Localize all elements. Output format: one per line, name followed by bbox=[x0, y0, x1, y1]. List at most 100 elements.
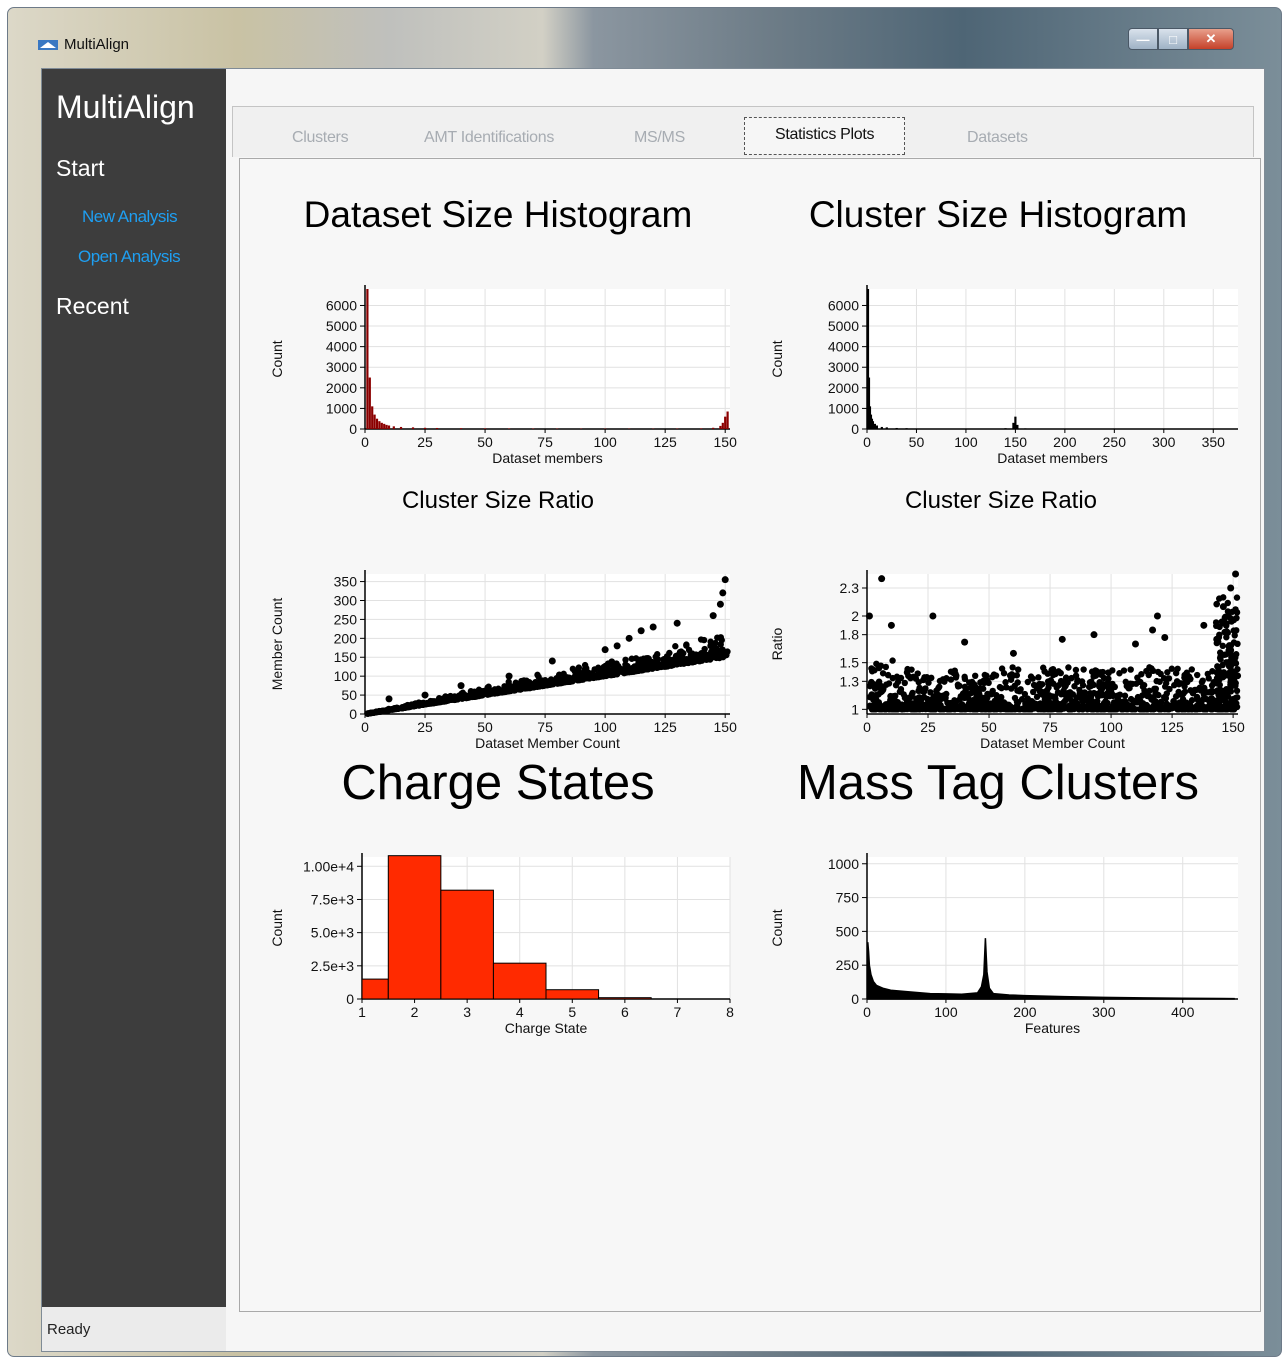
y-tick-label: 6000 bbox=[326, 297, 357, 313]
data-point bbox=[1054, 706, 1061, 713]
data-point bbox=[548, 657, 556, 665]
data-point bbox=[1161, 633, 1169, 641]
data-point bbox=[1061, 697, 1069, 704]
data-point bbox=[1096, 679, 1103, 686]
data-point bbox=[649, 623, 657, 631]
data-point bbox=[539, 677, 546, 684]
data-point bbox=[1164, 669, 1171, 676]
data-point bbox=[613, 642, 621, 650]
data-point bbox=[1048, 703, 1055, 711]
data-point bbox=[1162, 683, 1169, 690]
data-point bbox=[1200, 621, 1208, 629]
new-analysis-link[interactable]: New Analysis bbox=[82, 207, 178, 227]
data-point bbox=[1223, 620, 1230, 627]
recent-heading: Recent bbox=[56, 293, 129, 319]
charge-state-bar bbox=[598, 997, 652, 1000]
data-point bbox=[959, 690, 967, 697]
data-point bbox=[589, 674, 596, 681]
data-point bbox=[717, 634, 725, 641]
data-point bbox=[1219, 661, 1226, 669]
data-point bbox=[1228, 696, 1235, 703]
mass-tag-clusters-histogram: 0 100 200 300 400 0 250 500 750 1000 Features Count bbox=[769, 853, 1238, 1036]
data-point bbox=[1065, 664, 1072, 671]
x-tick-label: 0 bbox=[863, 719, 871, 735]
data-point bbox=[1229, 608, 1236, 615]
data-point bbox=[517, 686, 524, 693]
data-point bbox=[1232, 570, 1240, 578]
data-point bbox=[908, 666, 915, 673]
y-tick-label: 1000 bbox=[326, 400, 357, 416]
app-brand: MultiAlign bbox=[56, 89, 195, 125]
x-tick-label: 200 bbox=[1053, 434, 1077, 450]
data-point bbox=[916, 684, 923, 692]
data-point bbox=[1103, 690, 1110, 698]
data-point bbox=[610, 671, 618, 678]
data-point bbox=[1033, 693, 1041, 701]
maximize-button[interactable]: □ bbox=[1158, 28, 1188, 50]
x-tick-label: 0 bbox=[361, 434, 369, 450]
data-point bbox=[893, 673, 901, 680]
data-point bbox=[1132, 680, 1140, 687]
data-point bbox=[890, 692, 897, 700]
data-point bbox=[1066, 702, 1073, 710]
data-point bbox=[1041, 698, 1049, 706]
data-point bbox=[1137, 706, 1144, 713]
data-point bbox=[1131, 640, 1139, 648]
data-point bbox=[623, 667, 631, 675]
y-tick-label: 0 bbox=[349, 421, 357, 437]
data-point bbox=[939, 705, 946, 713]
client-area: MultiAlign Start New Analysis Open Analy… bbox=[41, 68, 1265, 1352]
y-tick-label: 150 bbox=[334, 649, 358, 665]
data-point bbox=[1233, 627, 1240, 634]
tab-msms[interactable]: MS/MS bbox=[634, 129, 685, 147]
data-point bbox=[1049, 693, 1056, 700]
data-point bbox=[501, 686, 509, 694]
data-point bbox=[1144, 689, 1151, 697]
data-point bbox=[932, 692, 940, 700]
chart-title-dataset-size: Dataset Size Histogram bbox=[303, 194, 693, 235]
y-tick-label: 0 bbox=[349, 706, 357, 722]
data-point bbox=[1192, 706, 1199, 713]
data-point bbox=[907, 674, 914, 682]
y-tick-label: 7.5e+3 bbox=[311, 891, 354, 907]
data-point bbox=[915, 679, 922, 686]
y-tick-label: 0 bbox=[851, 991, 859, 1007]
data-point bbox=[676, 648, 684, 656]
y-axis-label: Count bbox=[269, 909, 285, 946]
data-point bbox=[697, 636, 705, 643]
y-tick-label: 100 bbox=[334, 668, 358, 684]
data-point bbox=[1089, 701, 1097, 709]
data-point bbox=[1160, 694, 1168, 701]
data-point bbox=[701, 645, 708, 653]
data-point bbox=[981, 671, 989, 679]
data-point bbox=[867, 679, 875, 687]
data-point bbox=[724, 648, 731, 655]
tab-amt-identifications[interactable]: AMT Identifications bbox=[424, 129, 554, 147]
data-point bbox=[1044, 670, 1051, 677]
data-point bbox=[481, 689, 488, 697]
y-tick-label: 0 bbox=[346, 991, 354, 1007]
app-icon bbox=[38, 40, 58, 50]
tab-clusters[interactable]: Clusters bbox=[292, 129, 349, 147]
data-point bbox=[925, 679, 932, 686]
tab-statistics-plots[interactable]: Statistics Plots bbox=[744, 117, 906, 155]
data-point bbox=[1127, 695, 1135, 703]
x-tick-label: 350 bbox=[1202, 434, 1226, 450]
data-point bbox=[669, 661, 677, 669]
minimize-button[interactable]: — bbox=[1128, 28, 1158, 50]
y-axis-label: Count bbox=[769, 340, 785, 377]
data-point bbox=[1053, 684, 1060, 691]
tab-datasets[interactable]: Datasets bbox=[967, 129, 1028, 147]
data-point bbox=[865, 612, 873, 620]
open-analysis-link[interactable]: Open Analysis bbox=[78, 247, 181, 267]
status-text: Ready bbox=[47, 1321, 91, 1338]
close-button[interactable]: ✕ bbox=[1188, 28, 1234, 50]
x-tick-label: 100 bbox=[593, 434, 617, 450]
x-axis-label: Charge State bbox=[505, 1020, 588, 1036]
y-tick-label: 200 bbox=[334, 630, 358, 646]
title-bar[interactable]: MultiAlign — □ ✕ bbox=[8, 8, 1281, 68]
data-point bbox=[637, 627, 645, 635]
data-point bbox=[1014, 699, 1022, 706]
data-point bbox=[600, 672, 608, 679]
y-tick-label: 1.8 bbox=[840, 627, 860, 643]
